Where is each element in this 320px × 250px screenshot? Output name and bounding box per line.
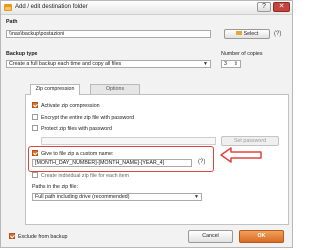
custom-name-value: [MONTH_DAY_NUMBER]-[MONTH_NAME]-[YEAR_4] <box>35 160 165 166</box>
encrypt-zip-checkbox[interactable] <box>32 114 38 120</box>
individual-zip-checkbox[interactable] <box>32 172 38 178</box>
paths-value: Full path including drive (recommended) <box>35 194 130 200</box>
exclude-checkbox[interactable] <box>9 233 15 239</box>
paths-select[interactable]: Full path including drive (recommended) … <box>32 193 202 201</box>
select-button[interactable]: Select <box>224 29 270 39</box>
protect-zip-row[interactable]: Protect zip files with password <box>32 125 112 132</box>
path-help-icon[interactable]: (?) <box>274 31 281 37</box>
close-button[interactable]: ✕ <box>273 2 290 12</box>
exclude-row[interactable]: Exclude from backup <box>9 233 67 240</box>
pointer-arrow-icon <box>220 147 262 163</box>
folder-icon <box>235 31 242 35</box>
protect-zip-label: Protect zip files with password <box>41 126 112 132</box>
backup-type-value: Create a full backup each time and copy … <box>9 61 122 67</box>
protect-zip-checkbox[interactable] <box>32 125 38 131</box>
backup-type-select[interactable]: Create a full backup each time and copy … <box>6 60 211 68</box>
activate-zip-row[interactable]: Activate zip compression <box>32 102 100 109</box>
set-password-button[interactable]: Set password <box>221 136 279 146</box>
activate-zip-label: Activate zip compression <box>41 103 100 109</box>
copies-label: Number of copies <box>221 51 263 57</box>
tab-options[interactable]: Options <box>90 84 140 94</box>
title-bar: Add / edit destination folder ? ✕ <box>1 1 292 15</box>
custom-name-help-icon[interactable]: (?) <box>198 159 205 165</box>
ok-button[interactable]: OK <box>239 230 284 243</box>
chevron-down-icon: ▼ <box>203 61 208 67</box>
copies-value: 3 <box>224 61 227 67</box>
folder-icon <box>4 4 12 11</box>
path-label: Path <box>6 19 18 25</box>
cancel-button[interactable]: Cancel <box>188 230 233 243</box>
activate-zip-checkbox[interactable] <box>32 102 38 108</box>
window-title: Add / edit destination folder <box>15 4 88 10</box>
custom-name-checkbox[interactable] <box>32 150 38 156</box>
backup-type-label: Backup type <box>6 51 38 57</box>
tab-zip-compression[interactable]: Zip compression <box>30 84 80 95</box>
password-field[interactable] <box>41 137 216 145</box>
chevron-down-icon: ▼ <box>194 194 199 200</box>
stepper-arrows-icon: ⇕ <box>233 61 238 67</box>
dialog-window: Add / edit destination folder ? ✕ Path \… <box>0 0 293 248</box>
path-input[interactable]: \\nas\backup\postazioni <box>6 30 211 38</box>
path-value: \\nas\backup\postazioni <box>9 31 65 37</box>
individual-zip-row[interactable]: Create individual zip file for each item <box>32 172 129 179</box>
paths-label: Paths in the zip file: <box>32 184 78 190</box>
custom-name-input[interactable]: [MONTH_DAY_NUMBER]-[MONTH_NAME]-[YEAR_4] <box>32 159 192 167</box>
individual-zip-label: Create individual zip file for each item <box>41 173 130 179</box>
select-button-label: Select <box>243 31 259 37</box>
encrypt-zip-label: Encrypt the entire zip file with passwor… <box>41 115 135 121</box>
help-button[interactable]: ? <box>257 2 271 12</box>
encrypt-zip-row[interactable]: Encrypt the entire zip file with passwor… <box>32 114 134 121</box>
exclude-label: Exclude from backup <box>18 234 68 240</box>
copies-stepper[interactable]: 3 ⇕ <box>221 60 241 68</box>
custom-name-label: Give to file zip a custom name: <box>41 151 114 157</box>
custom-name-row[interactable]: Give to file zip a custom name: <box>32 150 113 157</box>
